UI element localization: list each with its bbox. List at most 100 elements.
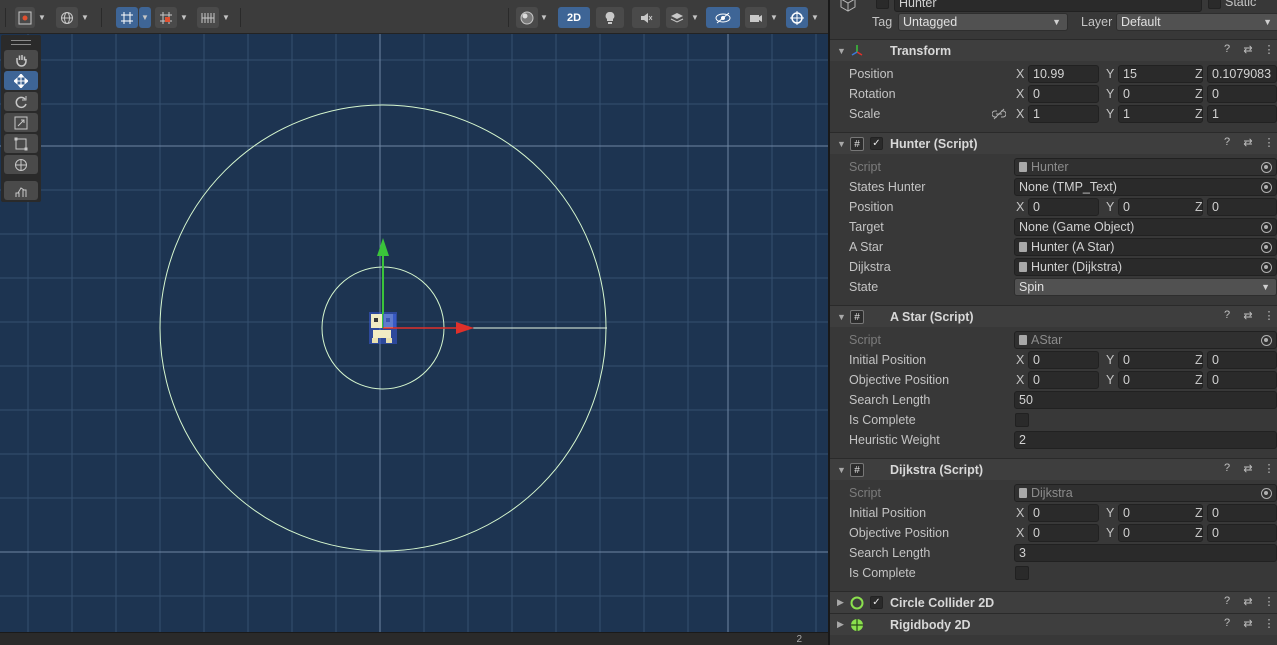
axis-y-label[interactable]: Y [1106,200,1114,214]
help-icon[interactable]: ? [1221,136,1233,149]
axis-z-label[interactable]: Z [1195,373,1203,387]
snap-increment-button[interactable] [155,7,177,28]
hand-tool-button[interactable] [4,50,38,69]
astar-ref-field[interactable]: Hunter (A Star) [1014,238,1277,256]
axis-z-label[interactable]: Z [1195,107,1203,121]
axis-y-label[interactable]: Y [1106,353,1114,367]
rotation-x-field[interactable]: 0 [1028,85,1099,103]
context-menu-icon[interactable]: ⋮ [1263,43,1275,56]
object-picker-icon[interactable] [1261,488,1272,499]
axis-z-label[interactable]: Z [1195,526,1203,540]
object-picker-icon[interactable] [1261,222,1272,233]
collapse-arrow-icon[interactable]: ▼ [837,139,846,149]
axis-x-label[interactable]: X [1016,107,1024,121]
hunter-script-field[interactable]: Hunter [1014,158,1277,176]
hunter-position-x-field[interactable]: 0 [1028,198,1099,216]
help-icon[interactable]: ? [1221,462,1233,475]
axis-z-label[interactable]: Z [1195,200,1203,214]
snap-increment-dropdown[interactable]: ▼ [178,7,190,28]
global-dropdown[interactable]: ▼ [79,7,91,28]
tag-dropdown[interactable]: Untagged ▼ [898,13,1068,31]
global-toggle-button[interactable] [56,7,78,28]
scene-view[interactable]: ▼ ▼ ▼ ▼ ▼ ▼ 2D ▼ ▼ ▼ 2 [0,0,828,645]
axis-z-label[interactable]: Z [1195,506,1203,520]
hunter-enabled-checkbox[interactable]: ✓ [870,137,883,150]
context-menu-icon[interactable]: ⋮ [1263,617,1275,630]
layer-dropdown[interactable]: Default ▼ [1116,13,1277,31]
circle-collider-enabled-checkbox[interactable]: ✓ [870,596,883,609]
expand-arrow-icon[interactable]: ▶ [837,597,844,608]
dijkstra-initial-z-field[interactable]: 0 [1207,504,1277,522]
object-picker-icon[interactable] [1261,335,1272,346]
help-icon[interactable]: ? [1221,43,1233,56]
collapse-arrow-icon[interactable]: ▼ [837,312,846,322]
axis-z-label[interactable]: Z [1195,87,1203,101]
camera-settings-button[interactable] [745,7,767,28]
gizmos-toggle-button[interactable] [786,7,808,28]
context-menu-icon[interactable]: ⋮ [1263,595,1275,608]
rotation-z-field[interactable]: 0 [1207,85,1277,103]
hunter-script-header[interactable]: ▼ # ✓ Hunter (Script) ? ⇄ ⋮ [830,132,1277,154]
astar-initial-z-field[interactable]: 0 [1207,351,1277,369]
position-y-field[interactable]: 15 [1118,65,1203,83]
axis-x-label[interactable]: X [1016,200,1024,214]
grid-snap-dropdown[interactable]: ▼ [139,7,151,28]
hunter-position-z-field[interactable]: 0 [1207,198,1277,216]
custom-tool-button[interactable] [4,181,38,200]
circle-collider-header[interactable]: ▶ ✓ Circle Collider 2D ? ⇄ ⋮ [830,591,1277,613]
position-x-field[interactable]: 10.99 [1028,65,1099,83]
axis-y-label[interactable]: Y [1106,87,1114,101]
transform-header[interactable]: ▼ Transform ? ⇄ ⋮ [830,39,1277,61]
grid-snap-button[interactable] [116,7,138,28]
context-menu-icon[interactable]: ⋮ [1263,136,1275,149]
axis-x-label[interactable]: X [1016,87,1024,101]
object-name-field[interactable]: Hunter [894,0,1202,12]
presets-icon[interactable]: ⇄ [1242,43,1254,56]
target-field[interactable]: None (Game Object) [1014,218,1277,236]
axis-z-label[interactable]: Z [1195,67,1203,81]
dijkstra-initial-x-field[interactable]: 0 [1028,504,1099,522]
dijkstra-initial-y-field[interactable]: 0 [1118,504,1203,522]
rect-tool-button[interactable] [4,134,38,153]
axis-y-label[interactable]: Y [1106,67,1114,81]
expand-arrow-icon[interactable]: ▶ [837,619,844,630]
astar-objective-y-field[interactable]: 0 [1118,371,1203,389]
static-checkbox[interactable] [1208,0,1221,9]
axis-x-label[interactable]: X [1016,373,1024,387]
object-picker-icon[interactable] [1261,162,1272,173]
hidden-objects-toggle[interactable] [706,7,740,28]
astar-is-complete-checkbox[interactable] [1015,413,1029,427]
axis-x-label[interactable]: X [1016,526,1024,540]
context-menu-icon[interactable]: ⋮ [1263,309,1275,322]
camera-settings-dropdown[interactable]: ▼ [768,7,780,28]
scale-z-field[interactable]: 1 [1207,105,1277,123]
dijkstra-search-length-field[interactable]: 3 [1014,544,1277,562]
position-z-field[interactable]: 0.1079083 [1207,65,1277,83]
ruler-button[interactable] [197,7,219,28]
move-gizmo[interactable] [377,238,474,334]
presets-icon[interactable]: ⇄ [1242,617,1254,630]
astar-heuristic-field[interactable]: 2 [1014,431,1277,449]
shading-mode-dropdown[interactable]: ▼ [538,7,550,28]
dijkstra-script-field[interactable]: Dijkstra [1014,484,1277,502]
states-hunter-field[interactable]: None (TMP_Text) [1014,178,1277,196]
axis-x-label[interactable]: X [1016,67,1024,81]
dijkstra-script-header[interactable]: ▼ # Dijkstra (Script) ? ⇄ ⋮ [830,458,1277,480]
context-menu-icon[interactable]: ⋮ [1263,462,1275,475]
presets-icon[interactable]: ⇄ [1242,595,1254,608]
object-picker-icon[interactable] [1261,242,1272,253]
rotate-tool-button[interactable] [4,92,38,111]
dijkstra-objective-y-field[interactable]: 0 [1118,524,1203,542]
state-dropdown[interactable]: Spin ▼ [1014,278,1277,296]
shading-mode-button[interactable] [516,7,538,28]
scale-x-field[interactable]: 1 [1028,105,1099,123]
axis-y-label[interactable]: Y [1106,373,1114,387]
axis-x-label[interactable]: X [1016,506,1024,520]
ruler-dropdown[interactable]: ▼ [220,7,232,28]
astar-search-length-field[interactable]: 50 [1014,391,1277,409]
gizmo-tool-button[interactable] [15,7,35,28]
help-icon[interactable]: ? [1221,617,1233,630]
transform-tool-button[interactable] [4,155,38,174]
scale-tool-button[interactable] [4,113,38,132]
presets-icon[interactable]: ⇄ [1242,309,1254,322]
